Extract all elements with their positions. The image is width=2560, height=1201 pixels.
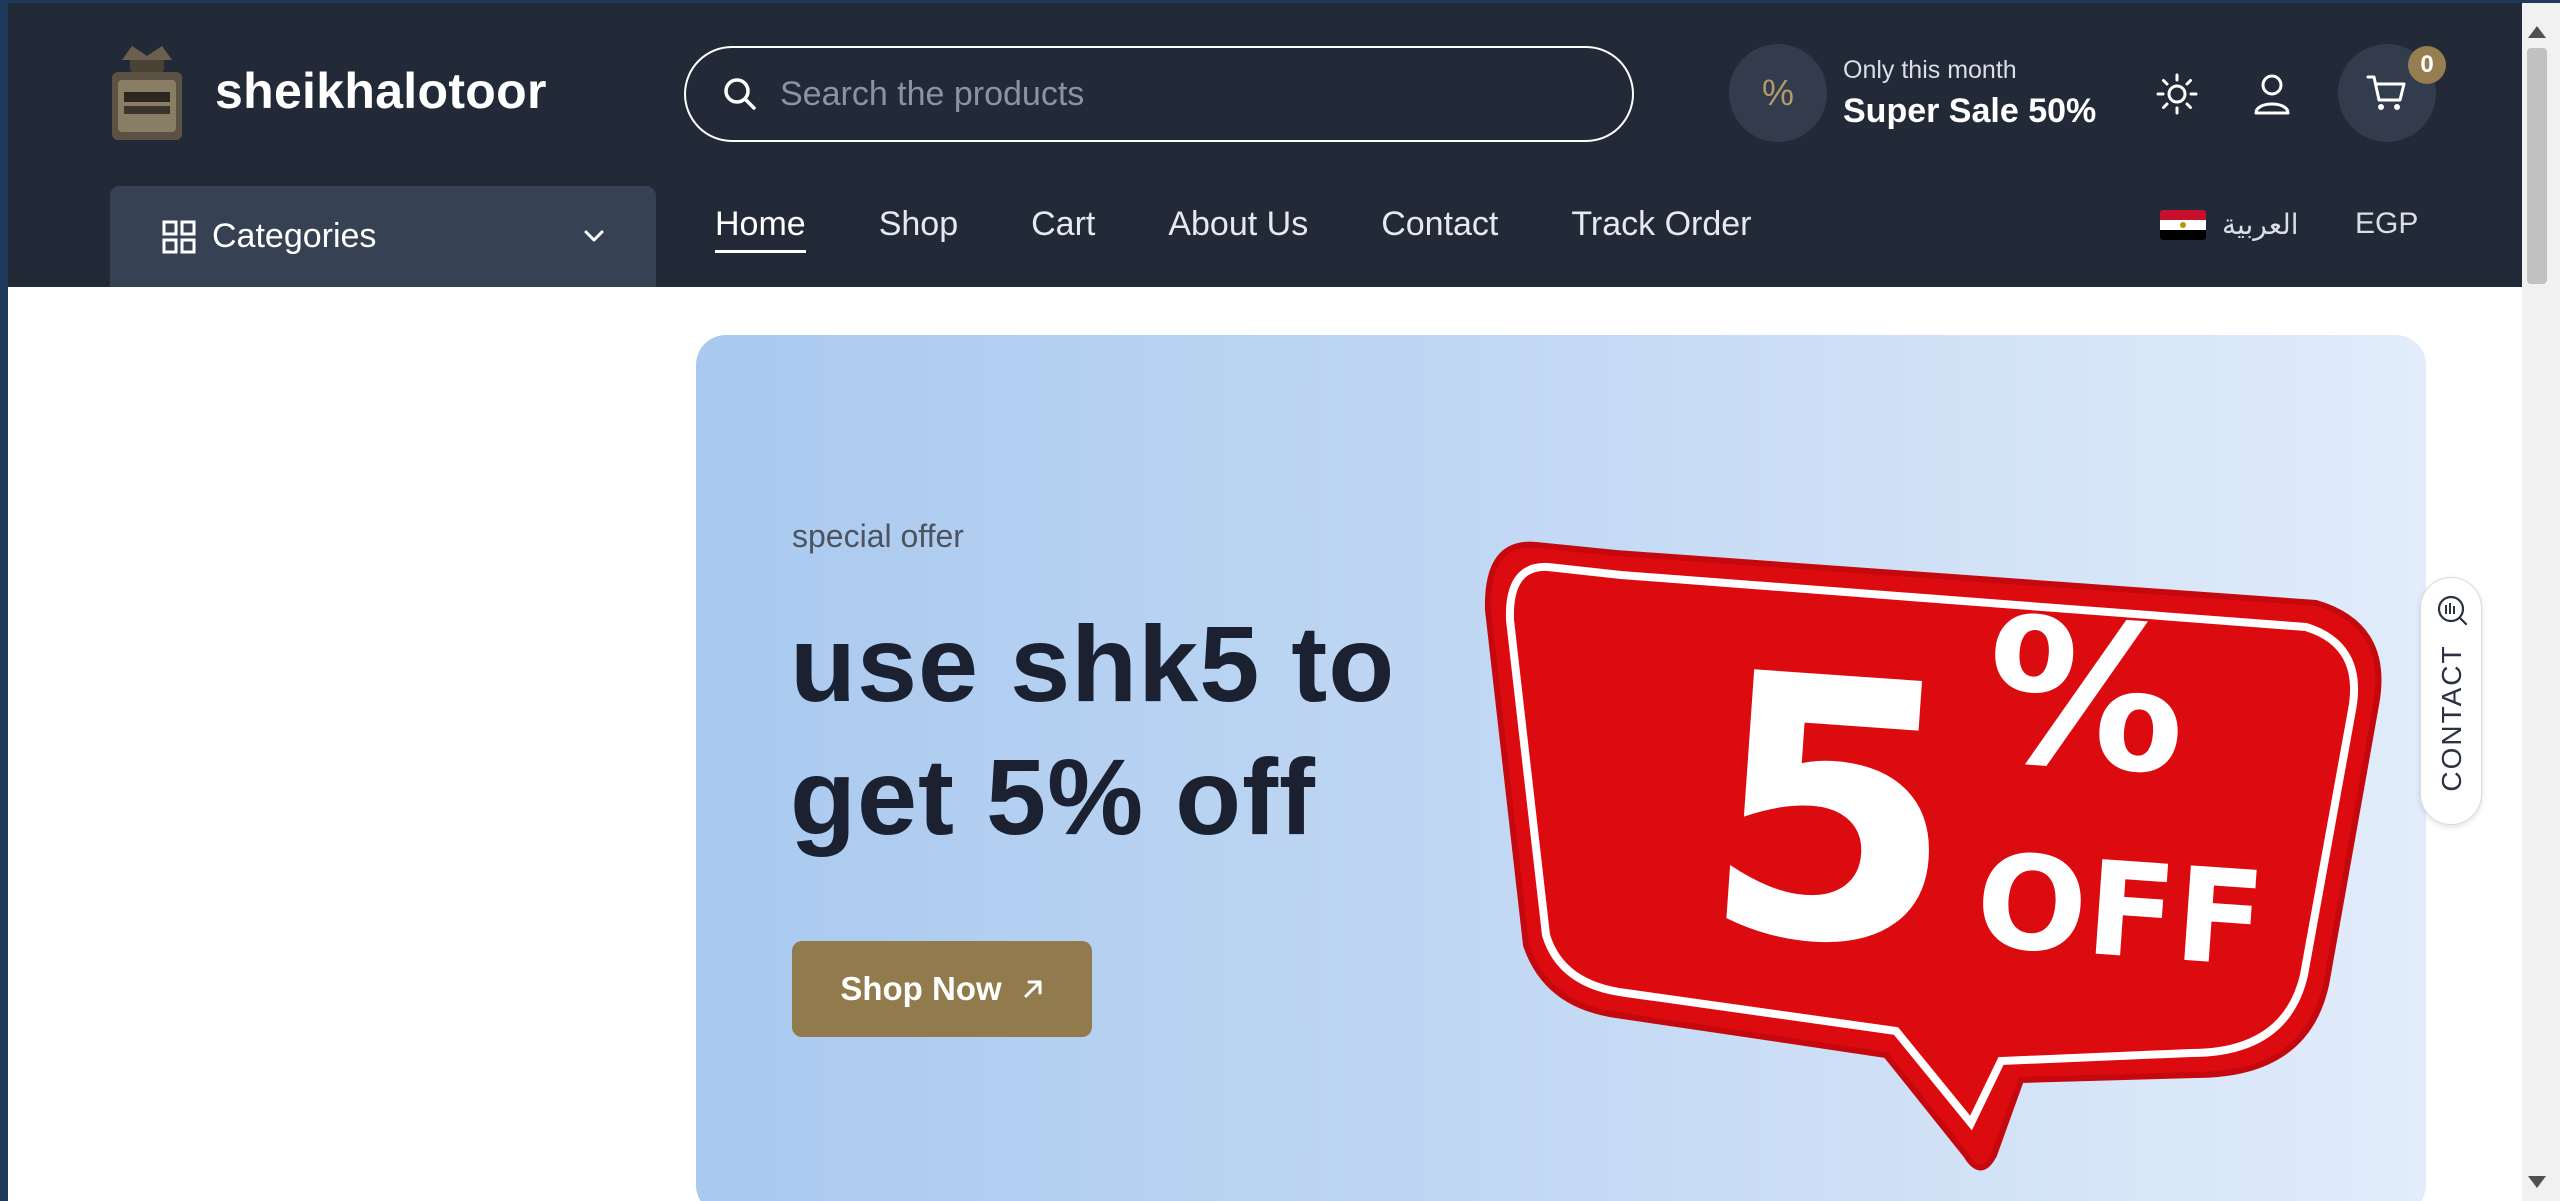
page-scrollbar[interactable] (2522, 0, 2560, 1201)
chat-bubble-icon (2437, 595, 2468, 626)
search-input[interactable] (780, 74, 1632, 114)
shop-now-label: Shop Now (840, 970, 1002, 1007)
nav-link-home[interactable]: Home (715, 205, 806, 253)
cart-icon (2366, 75, 2406, 110)
shop-now-button[interactable]: Shop Now (792, 941, 1092, 1037)
promo-headline: Super Sale 50% (1843, 92, 2097, 130)
sale-percent-icon: % (1729, 44, 1827, 142)
currency-switcher[interactable]: EGP (2355, 207, 2418, 241)
window-frame-left (0, 0, 8, 1201)
scroll-up-arrow-icon[interactable] (2528, 26, 2546, 38)
promo-caption: Only this month (1843, 56, 2017, 84)
chevron-down-icon (584, 230, 604, 242)
hero-title: use shk5 to get 5% off (790, 603, 1396, 857)
scroll-down-arrow-icon[interactable] (2528, 1176, 2546, 1188)
nav-link-about-us[interactable]: About Us (1168, 205, 1308, 253)
search-bar[interactable] (684, 46, 1634, 142)
egypt-flag-icon (2160, 209, 2206, 240)
sun-icon (2156, 73, 2198, 115)
hero-banner: special offer use shk5 to get 5% off Sho… (696, 335, 2426, 1201)
sticker-number: 5 (1692, 595, 1971, 1030)
user-icon (2254, 74, 2290, 115)
sticker-percent: % (1978, 574, 2194, 820)
theme-toggle-button[interactable] (2153, 70, 2201, 118)
five-percent-off-sticker: 5 % OFF (1484, 541, 2382, 1171)
scrollbar-thumb[interactable] (2527, 48, 2547, 284)
nav-link-cart[interactable]: Cart (1031, 205, 1095, 253)
site-header: sheikhalotoor % Only this month Super Sa… (8, 0, 2522, 287)
nav-link-track-order[interactable]: Track Order (1571, 205, 1751, 253)
grid-icon (162, 220, 196, 253)
hero-eyebrow: special offer (792, 518, 964, 554)
account-button[interactable] (2248, 70, 2296, 118)
categories-dropdown[interactable]: Categories (110, 186, 656, 287)
language-switcher[interactable]: العربية (2160, 208, 2299, 241)
main-nav: Home Shop Cart About Us Contact Track Or… (715, 205, 1824, 253)
perfume-bottle-logo[interactable] (102, 44, 192, 144)
sticker-off: OFF (1971, 824, 2269, 996)
brand-name[interactable]: sheikhalotoor (215, 62, 547, 120)
nav-link-shop[interactable]: Shop (879, 205, 958, 253)
contact-tab-label: CONTACT (2436, 644, 2467, 792)
arrow-up-right-icon (1024, 980, 1042, 998)
contact-side-tab[interactable]: CONTACT (2420, 577, 2482, 825)
language-label: العربية (2222, 208, 2299, 241)
window-frame-top (0, 0, 2560, 3)
nav-link-contact[interactable]: Contact (1381, 205, 1498, 253)
cart-count-badge: 0 (2408, 46, 2446, 84)
search-icon (724, 78, 756, 110)
categories-label: Categories (212, 217, 377, 255)
